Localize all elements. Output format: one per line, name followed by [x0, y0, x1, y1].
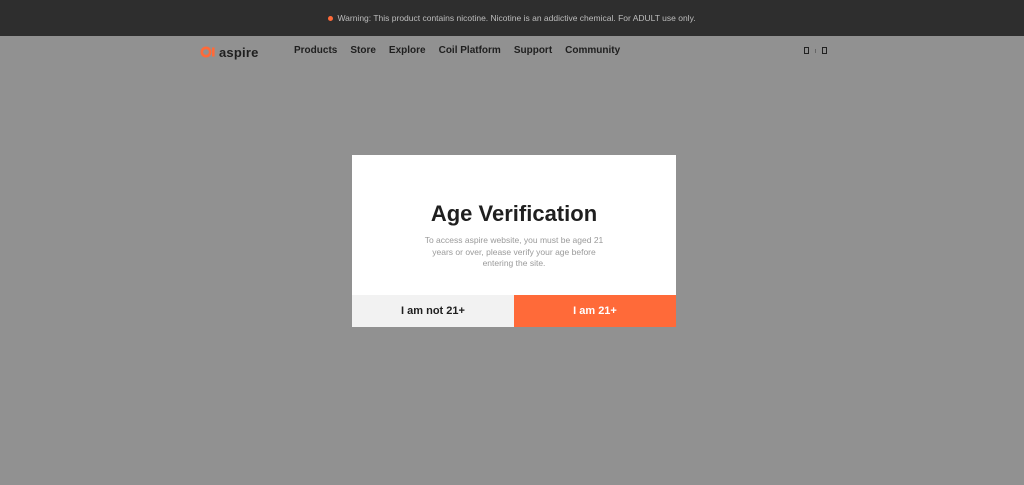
decline-button[interactable]: I am not 21+ [352, 295, 514, 327]
logo-text: aspire [219, 44, 259, 60]
cart-icon[interactable] [822, 47, 827, 54]
nav-item-explore[interactable]: Explore [389, 45, 426, 56]
nav-item-community[interactable]: Community [565, 45, 620, 56]
nav-item-store[interactable]: Store [350, 45, 376, 56]
divider [815, 48, 816, 53]
nav-item-products[interactable]: Products [294, 45, 337, 56]
accept-button[interactable]: I am 21+ [514, 295, 676, 327]
nav-item-support[interactable]: Support [514, 45, 552, 56]
age-verification-modal: Age Verification To access aspire websit… [352, 155, 676, 327]
modal-title: Age Verification [430, 201, 598, 226]
nav-item-coil-platform[interactable]: Coil Platform [439, 45, 501, 56]
warning-dot-icon [328, 15, 334, 21]
warning-text: Warning: This product contains nicotine.… [337, 13, 696, 23]
navbar: aspire Products Store Explore Coil Platf… [0, 36, 1024, 68]
modal-description: To access aspire website, you must be ag… [424, 235, 604, 268]
header-icons [804, 47, 827, 54]
logo[interactable]: aspire [200, 44, 259, 60]
warning-bar: Warning: This product contains nicotine.… [0, 0, 1024, 36]
main-nav: Products Store Explore Coil Platform Sup… [294, 45, 633, 56]
aspire-logo-icon [200, 46, 215, 58]
search-icon[interactable] [804, 47, 809, 54]
